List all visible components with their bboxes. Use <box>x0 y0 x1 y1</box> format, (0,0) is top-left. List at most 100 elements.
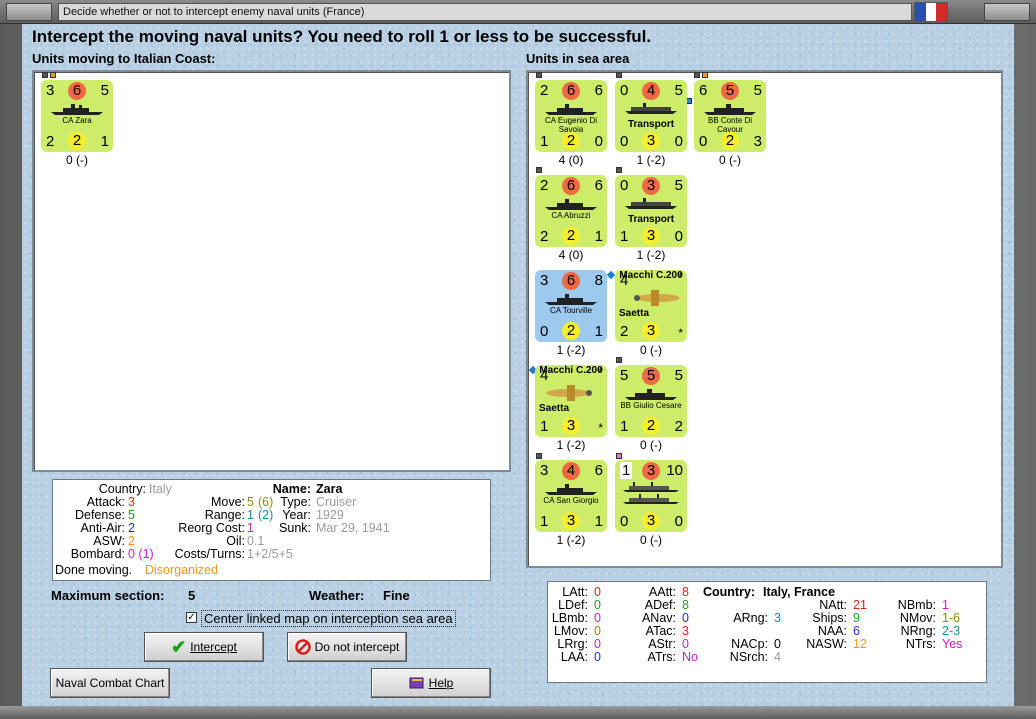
help-book-icon <box>409 677 424 689</box>
unit-counter-bb-conte-di-cavour[interactable]: 6 5 5 BB Conte Di Cavour 0 2 3 <box>694 80 766 152</box>
attack-circle: 3 <box>642 177 660 195</box>
counter-value: 1 <box>540 418 549 435</box>
transport-ship-icon <box>625 103 677 114</box>
warship-icon <box>545 294 597 305</box>
intercept-button[interactable]: ✔ Intercept <box>144 632 264 662</box>
center-map-label[interactable]: Center linked map on interception sea ar… <box>201 610 456 627</box>
window-close-button[interactable] <box>984 3 1030 21</box>
counter-value: 6 <box>594 462 603 479</box>
attack-circle: 6 <box>68 82 86 100</box>
help-button[interactable]: Help <box>371 668 491 698</box>
range-value: 1 <box>247 508 254 522</box>
ntrs-value: Yes <box>942 637 963 651</box>
unit-counter-ca-abruzzi[interactable]: 2 6 6 CA Abruzzi 2 2 1 <box>535 175 607 247</box>
counter-value: 2 <box>620 323 629 340</box>
nacp-label: NACp: <box>731 637 768 651</box>
unit-status: 0 (-) <box>640 343 662 357</box>
counter-value: * <box>678 270 683 284</box>
defense-circle: 2 <box>562 132 580 150</box>
sea-units-panel: 2 6 6 CA Eugenio Di Savoia 1 2 0 4 (0) 0… <box>526 70 1003 568</box>
nmov-value: 1-6 <box>942 611 961 625</box>
attack-circle: 4 <box>562 462 580 480</box>
type-label: Type: <box>280 495 311 509</box>
unit-counter-bb-giulio-cesare[interactable]: 5 5 5 BB Giulio Cesare 1 2 2 <box>615 365 687 437</box>
weather-label: Weather: <box>309 588 365 603</box>
attack-circle: 5 <box>642 367 660 385</box>
latt-label: LAtt: <box>562 585 588 599</box>
warship-icon <box>545 199 597 210</box>
unit-counter-macchi[interactable]: 4 Macchi C.200 * Saetta 1 3 * <box>535 365 607 437</box>
astr-label: AStr: <box>648 637 676 651</box>
fighter-plane-icon <box>634 290 680 306</box>
window-frame: Decide whether or not to intercept enemy… <box>0 0 1036 719</box>
bombard-value: 0 (1) <box>128 547 154 561</box>
center-map-checkbox[interactable]: ✓ <box>186 612 197 623</box>
unit-marker-icon <box>616 167 622 173</box>
lbmb-label: LBmb: <box>551 611 588 625</box>
nsrch-value: 4 <box>774 650 781 664</box>
unit-status: 0 (-) <box>640 438 662 452</box>
anav-label: ANav: <box>641 611 676 625</box>
attack-circle: 6 <box>562 177 580 195</box>
ships-value: 9 <box>853 611 860 625</box>
lbmb-value: 0 <box>594 611 601 625</box>
counter-value: 2 <box>540 177 549 194</box>
checkmark-icon: ✔ <box>171 636 187 657</box>
year-label: Year: <box>282 508 311 522</box>
unit-counter-transport[interactable]: 0 4 5 Transport 0 3 0 <box>615 80 687 152</box>
unit-marker-icon <box>616 453 622 459</box>
naval-combat-chart-button[interactable]: Naval Combat Chart <box>50 668 170 698</box>
title-bar: Decide whether or not to intercept enemy… <box>0 0 1036 24</box>
window-title: Decide whether or not to intercept enemy… <box>58 3 912 21</box>
counter-value: 2 <box>46 133 55 150</box>
reorg-label: Reorg Cost: <box>178 521 245 535</box>
unit-status: 1 (-2) <box>556 438 586 452</box>
attack-circle: 4 <box>642 82 660 100</box>
counter-value: 3 <box>540 272 549 289</box>
costs-value: 1+2/5+5 <box>247 547 293 561</box>
unit-marker-icon <box>616 357 622 363</box>
window-menu-button[interactable] <box>6 3 52 21</box>
done-moving-label: Done moving. <box>55 563 133 577</box>
counter-value: 1 <box>620 418 629 435</box>
unit-marker-icon <box>42 72 48 78</box>
unit-counter-ca-tourville[interactable]: 3 6 8 CA Tourville 0 2 1 <box>535 270 607 342</box>
counter-value: 3 <box>753 133 762 150</box>
unit-counter-ca-san-giorgio[interactable]: 3 4 6 CA San Giorgio 1 3 1 <box>535 460 607 532</box>
warship-icon <box>545 484 597 495</box>
atac-label: ATac: <box>645 624 676 638</box>
unit-counter-convoy[interactable]: 1 3 10 0 3 0 <box>615 460 687 532</box>
unit-counter-transport[interactable]: 0 3 5 Transport 1 3 0 <box>615 175 687 247</box>
atrs-label: ATrs: <box>647 650 676 664</box>
bombard-label: Bombard: <box>70 547 125 561</box>
unit-counter-ca-eugenio[interactable]: 2 6 6 CA Eugenio Di Savoia 1 2 0 <box>535 80 607 152</box>
natt-value: 21 <box>853 598 867 612</box>
unit-marker-icon <box>702 72 708 78</box>
unit-status: 1 (-2) <box>636 153 666 167</box>
unit-name: CA Tourville <box>549 306 593 315</box>
atrs-value: No <box>682 650 698 664</box>
antiair-label: Anti-Air: <box>80 521 125 535</box>
move-max-value: (6) <box>258 495 274 509</box>
unit-counter-macchi[interactable]: 4 Macchi C.200 * Saetta 2 3 * <box>615 270 687 342</box>
counter-value: 10 <box>666 462 683 479</box>
counter-value: 5 <box>674 367 683 384</box>
lmov-value: 0 <box>594 624 601 638</box>
do-not-intercept-button[interactable]: Do not intercept <box>287 632 407 662</box>
defense-circle: 3 <box>642 322 660 340</box>
weather-value: Fine <box>383 588 410 603</box>
counter-value: 0 <box>540 323 549 340</box>
unit-counter-ca-zara[interactable]: 3 6 5 CA Zara 2 2 1 <box>41 80 113 152</box>
stats-country-value: Italy, France <box>763 585 836 599</box>
oil-value: 0.1 <box>247 534 265 548</box>
disorganized-status: Disorganized <box>145 563 218 577</box>
help-label: Help <box>428 676 454 690</box>
defense-circle: 2 <box>68 132 86 150</box>
counter-value: 6 <box>594 177 603 194</box>
lmov-label: LMov: <box>553 624 588 638</box>
intercept-button-label: Intercept <box>190 640 237 654</box>
unit-marker-icon <box>50 72 56 78</box>
defense-circle: 3 <box>642 132 660 150</box>
unit-subname: Saetta <box>539 403 570 414</box>
counter-value: 1 <box>594 513 603 530</box>
